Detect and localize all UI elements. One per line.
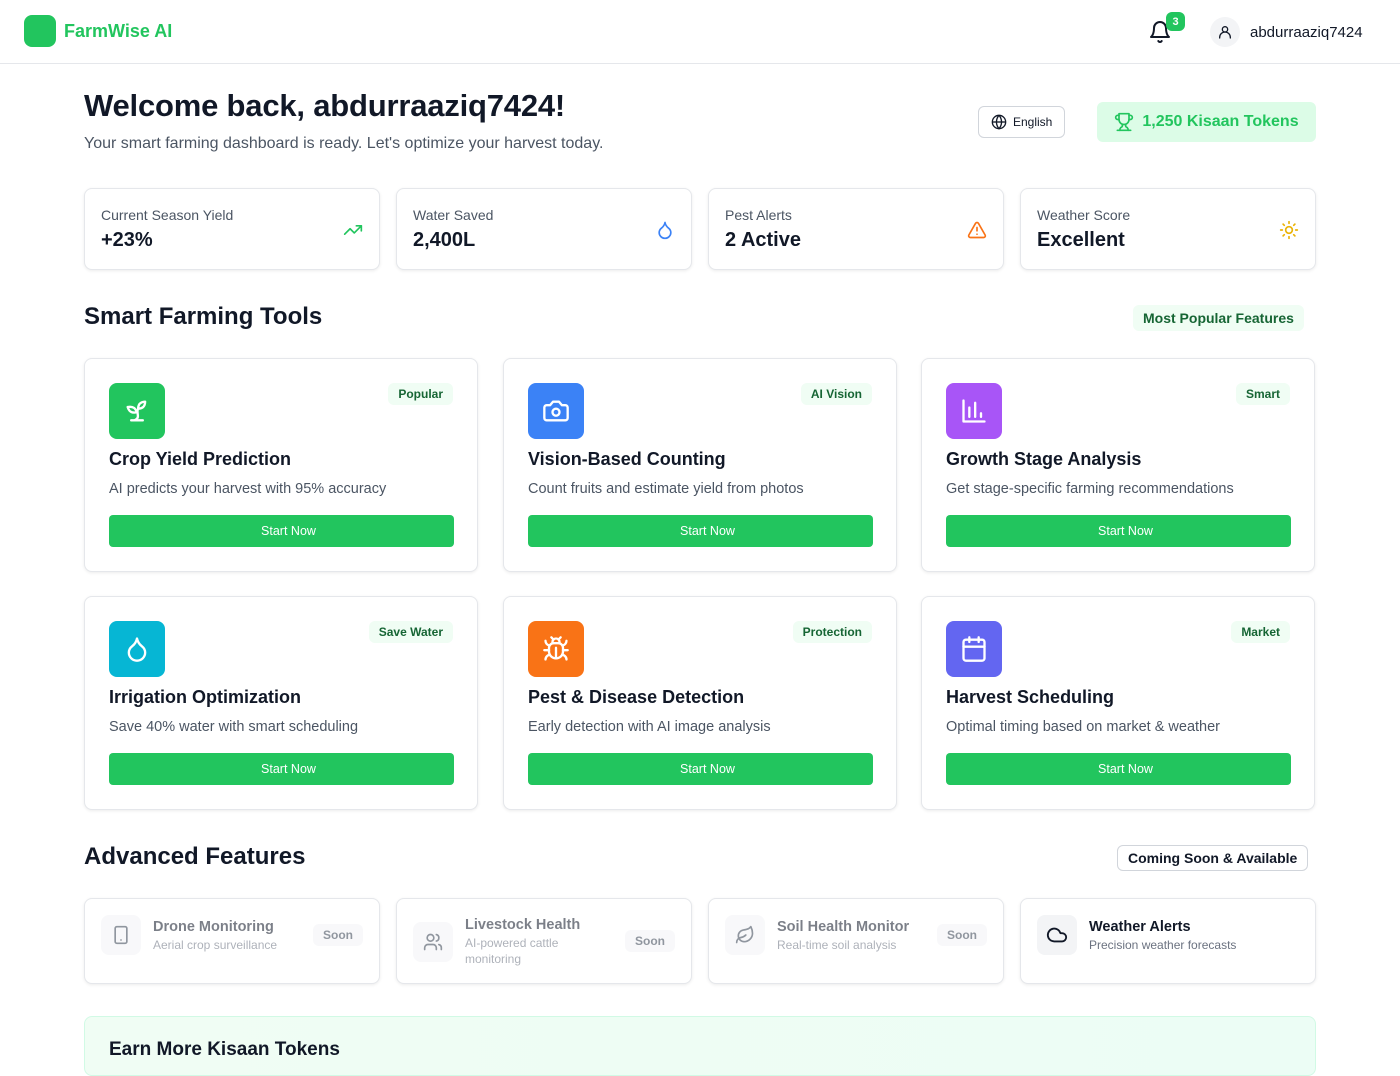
- button-label: Start Now: [680, 762, 735, 776]
- tool-card-harvest-scheduling: Market Harvest Scheduling Optimal timing…: [921, 596, 1315, 810]
- stat-card-water: Water Saved 2,400L: [396, 188, 692, 270]
- stat-value: Excellent: [1037, 229, 1125, 251]
- button-label: Start Now: [1098, 524, 1153, 538]
- camera-icon: [528, 383, 584, 439]
- start-now-button[interactable]: Start Now: [528, 753, 873, 785]
- leaf-icon: [725, 915, 765, 955]
- tool-description: Save 40% water with smart scheduling: [109, 719, 359, 735]
- tool-badge: Save Water: [368, 621, 453, 643]
- soon-badge: Soon: [625, 930, 675, 952]
- sun-icon: [1279, 220, 1299, 240]
- most-popular-features-badge: Most Popular Features: [1133, 305, 1304, 331]
- stat-value: +23%: [101, 229, 153, 251]
- kisaan-tokens-badge[interactable]: 1,250 Kisaan Tokens: [1097, 102, 1316, 142]
- tool-title: Harvest Scheduling: [946, 687, 1115, 707]
- tool-card-crop-yield: Popular Crop Yield Prediction AI predict…: [84, 358, 478, 572]
- tool-badge: Protection: [792, 621, 872, 643]
- button-label: Start Now: [680, 524, 735, 538]
- start-now-button[interactable]: Start Now: [528, 515, 873, 547]
- stat-label: Current Season Yield: [101, 207, 234, 223]
- advanced-description: Aerial crop surveillance: [153, 938, 278, 952]
- tablet-icon: [101, 915, 141, 955]
- top-navigation-bar: FarmWise AI 3 abdurraaziq7424: [0, 0, 1400, 64]
- tool-badge: Popular: [388, 383, 453, 405]
- tool-description: AI predicts your harvest with 95% accura…: [109, 481, 387, 497]
- tool-badge: Smart: [1235, 383, 1290, 405]
- advanced-description: AI-powered cattle monitoring: [465, 936, 559, 966]
- stat-card-yield: Current Season Yield +23%: [84, 188, 380, 270]
- start-now-button[interactable]: Start Now: [946, 753, 1291, 785]
- tool-description: Get stage-specific farming recommendatio…: [946, 481, 1234, 497]
- tool-card-growth-stage: Smart Growth Stage Analysis Get stage-sp…: [921, 358, 1315, 572]
- stat-label: Water Saved: [413, 207, 494, 223]
- stat-label: Weather Score: [1037, 207, 1131, 223]
- brand-name: FarmWise AI: [64, 20, 173, 41]
- advanced-description: Real-time soil analysis: [777, 938, 897, 952]
- notification-count-badge: 3: [1166, 12, 1185, 31]
- droplet-icon: [109, 621, 165, 677]
- earn-tokens-title: Earn More Kisaan Tokens: [109, 1039, 340, 1060]
- language-label: English: [1013, 115, 1053, 129]
- advanced-description: Precision weather forecasts: [1089, 938, 1237, 952]
- button-label: Start Now: [261, 524, 316, 538]
- username: abdurraaziq7424: [1250, 23, 1363, 41]
- alert-triangle-icon: [967, 221, 987, 239]
- bar-chart-icon: [946, 383, 1002, 439]
- button-label: Start Now: [261, 762, 316, 776]
- stat-label: Pest Alerts: [725, 207, 792, 223]
- earn-tokens-banner: Earn More Kisaan Tokens: [84, 1016, 1316, 1076]
- stat-value: 2 Active: [725, 229, 801, 251]
- tool-title: Growth Stage Analysis: [946, 449, 1142, 469]
- calendar-icon: [946, 621, 1002, 677]
- brand[interactable]: FarmWise AI: [24, 15, 172, 47]
- trophy-icon: [1115, 112, 1134, 132]
- advanced-card-weather-alerts[interactable]: Weather Alerts Precision weather forecas…: [1020, 898, 1316, 984]
- tool-badge: AI Vision: [800, 383, 872, 405]
- start-now-button[interactable]: Start Now: [109, 515, 454, 547]
- advanced-card-drone-monitoring[interactable]: Drone Monitoring Aerial crop surveillanc…: [84, 898, 380, 984]
- tool-description: Optimal timing based on market & weather: [946, 719, 1221, 735]
- start-now-button[interactable]: Start Now: [946, 515, 1291, 547]
- advanced-title: Livestock Health: [465, 917, 581, 933]
- tool-title: Pest & Disease Detection: [528, 687, 745, 707]
- globe-icon: [991, 114, 1007, 130]
- trending-up-icon: [343, 225, 363, 235]
- tool-title: Crop Yield Prediction: [109, 449, 292, 469]
- page-title: Welcome back, abdurraaziq7424!: [84, 88, 566, 123]
- advanced-title: Drone Monitoring: [153, 919, 274, 935]
- stat-card-weather: Weather Score Excellent: [1020, 188, 1316, 270]
- droplet-icon: [658, 221, 672, 240]
- advanced-card-soil-health[interactable]: Soil Health Monitor Real-time soil analy…: [708, 898, 1004, 984]
- stat-value: 2,400L: [413, 229, 476, 251]
- bug-icon: [528, 621, 584, 677]
- users-icon: [413, 922, 453, 962]
- advanced-section-title: Advanced Features: [84, 843, 306, 870]
- sprout-icon: [109, 383, 165, 439]
- tool-description: Count fruits and estimate yield from pho…: [528, 481, 804, 497]
- tools-section-title: Smart Farming Tools: [84, 303, 323, 330]
- language-selector[interactable]: English: [978, 106, 1066, 138]
- tool-badge: Market: [1231, 621, 1290, 643]
- tool-title: Irrigation Optimization: [109, 687, 301, 707]
- user-icon: [1210, 17, 1240, 47]
- stat-card-pest: Pest Alerts 2 Active: [708, 188, 1004, 270]
- advanced-title: Weather Alerts: [1089, 919, 1191, 935]
- start-now-button[interactable]: Start Now: [109, 753, 454, 785]
- soon-badge: Soon: [313, 924, 363, 946]
- page-subtitle: Your smart farming dashboard is ready. L…: [84, 135, 604, 152]
- tool-description: Early detection with AI image analysis: [528, 719, 771, 735]
- tokens-label: 1,250 Kisaan Tokens: [1142, 113, 1299, 130]
- advanced-card-livestock-health[interactable]: Livestock Health AI-powered cattle monit…: [396, 898, 692, 984]
- tool-card-vision-counting: AI Vision Vision-Based Counting Count fr…: [503, 358, 897, 572]
- advanced-title: Soil Health Monitor: [777, 919, 910, 935]
- soon-badge: Soon: [937, 924, 987, 946]
- coming-soon-available-badge: Coming Soon & Available: [1117, 845, 1309, 871]
- tool-card-pest-detection: Protection Pest & Disease Detection Earl…: [503, 596, 897, 810]
- tool-card-irrigation: Save Water Irrigation Optimization Save …: [84, 596, 478, 810]
- button-label: Start Now: [1098, 762, 1153, 776]
- brand-logo-icon: [24, 15, 56, 47]
- cloud-icon: [1037, 915, 1077, 955]
- user-menu-button[interactable]: abdurraaziq7424: [1210, 16, 1363, 48]
- tool-title: Vision-Based Counting: [528, 449, 726, 469]
